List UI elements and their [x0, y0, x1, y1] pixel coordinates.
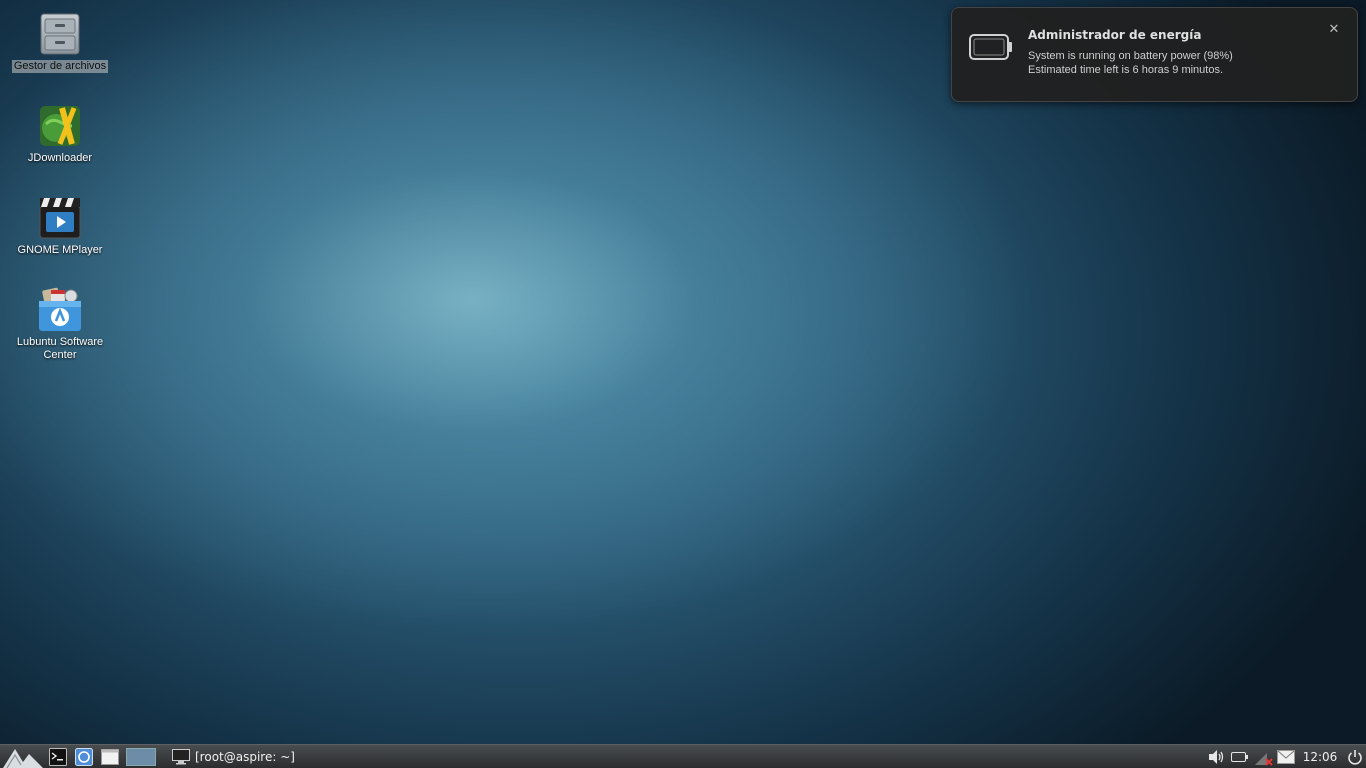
- browser-icon: [75, 747, 93, 766]
- power-manager-notification[interactable]: Administrador de energía System is runni…: [951, 7, 1358, 102]
- terminal-icon: [49, 747, 67, 766]
- taskbar: [root@aspire: ~] 12:06: [0, 744, 1366, 768]
- clock[interactable]: 12:06: [1297, 750, 1343, 764]
- mail-button[interactable]: [1275, 746, 1297, 768]
- network-button[interactable]: [1252, 746, 1274, 768]
- workspace-pager[interactable]: [126, 747, 156, 766]
- battery-tray-button[interactable]: [1229, 746, 1251, 768]
- mail-icon: [1277, 750, 1295, 764]
- desktop-icon-label: JDownloader: [27, 152, 93, 164]
- notification-body-line: Estimated time left is 6 horas 9 minutos…: [1028, 64, 1224, 76]
- clapperboard-icon: [37, 195, 83, 241]
- desktop-icon-label: GNOME MPlayer: [17, 244, 103, 256]
- power-button[interactable]: [1344, 746, 1366, 768]
- battery-icon: [969, 32, 1013, 66]
- volume-icon: [1209, 750, 1224, 764]
- battery-icon: [1231, 752, 1248, 762]
- lubuntu-menu-icon: [3, 748, 43, 768]
- monitor-icon: [172, 748, 190, 764]
- desktop-icon-jdownloader[interactable]: JDownloader: [8, 103, 112, 165]
- main-menu-button[interactable]: [0, 746, 44, 768]
- desktop-icon-lubuntu-software-center[interactable]: Lubuntu Software Center: [8, 287, 112, 362]
- show-desktop-button[interactable]: [98, 746, 122, 768]
- desktop-icon-label: Gestor de archivos: [11, 60, 109, 73]
- taskbar-window-terminal[interactable]: [root@aspire: ~]: [166, 746, 301, 768]
- file-cabinet-icon: [37, 11, 83, 57]
- close-icon[interactable]: ✕: [1327, 23, 1341, 37]
- desktop-icon-file-manager[interactable]: Gestor de archivos: [8, 11, 112, 73]
- network-disconnected-icon: [1255, 753, 1273, 766]
- jdownloader-icon: [37, 103, 83, 149]
- notification-body-line: System is running on battery power (98%): [1028, 50, 1233, 62]
- volume-button[interactable]: [1206, 746, 1228, 768]
- power-icon: [1348, 750, 1362, 765]
- notification-title: Administrador de energía: [1028, 28, 1202, 42]
- show-desktop-icon: [101, 748, 119, 765]
- software-center-icon: [37, 287, 83, 333]
- desktop-icon-gnome-mplayer[interactable]: GNOME MPlayer: [8, 195, 112, 257]
- desktop-icon-label: Lubuntu Software Center: [16, 336, 104, 361]
- browser-launcher[interactable]: [72, 746, 96, 768]
- system-tray: 12:06: [1205, 745, 1366, 768]
- terminal-launcher[interactable]: [46, 746, 70, 768]
- task-label: [root@aspire: ~]: [195, 749, 295, 764]
